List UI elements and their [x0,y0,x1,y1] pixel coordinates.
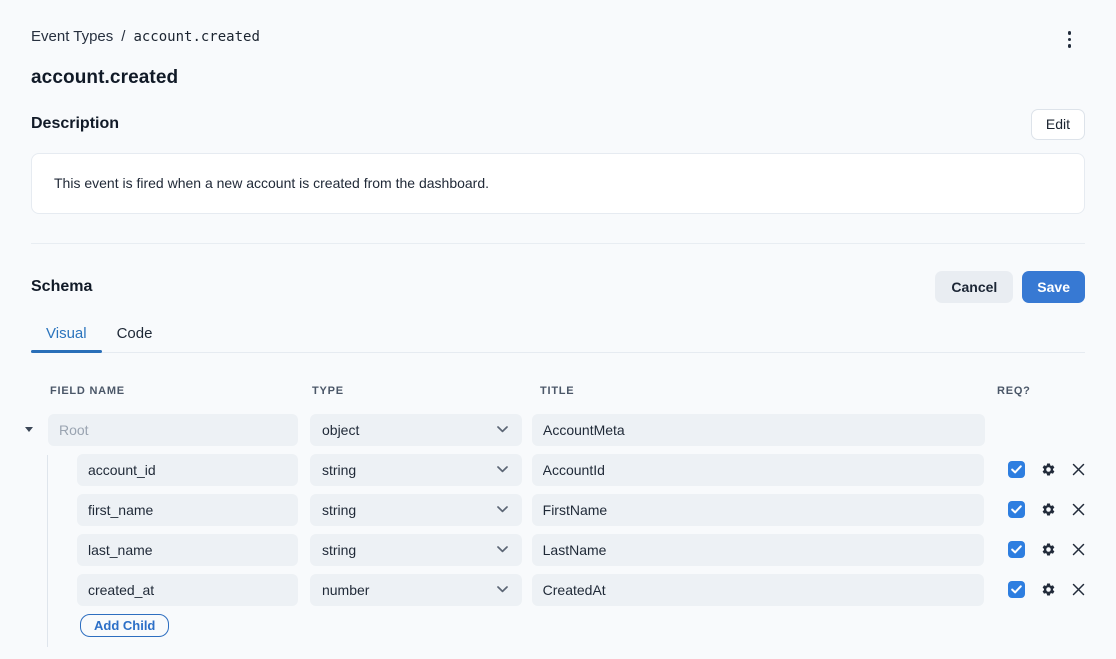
column-header-title: TITLE [540,385,574,397]
gear-icon [1041,502,1056,517]
field-title-input[interactable] [532,574,984,606]
root-type-value: object [322,422,359,438]
column-header-field-name: FIELD NAME [50,385,125,397]
add-child-button[interactable]: Add Child [80,614,169,637]
checkmark-icon [1011,505,1022,514]
chevron-down-icon [497,426,508,433]
field-name-input[interactable] [77,574,298,606]
tree-indent-guide [47,455,48,647]
field-row-created-at: number [24,574,1085,606]
remove-field-button[interactable] [1072,463,1085,476]
root-type-select[interactable]: object [310,414,522,446]
chevron-down-icon [497,506,508,513]
field-row-account-id: string [24,454,1085,486]
root-title-input[interactable] [532,414,985,446]
gear-icon [1041,462,1056,477]
field-settings-button[interactable] [1041,502,1056,517]
breadcrumb-current: account.created [133,29,259,45]
field-settings-button[interactable] [1041,462,1056,477]
field-type-select[interactable]: string [310,534,522,566]
gear-icon [1041,542,1056,557]
close-icon [1072,503,1085,516]
event-type-detail-page: Event Types / account.created account.cr… [0,0,1116,659]
description-header: Description Edit [31,109,1085,140]
schema-table-header: FIELD NAME TYPE TITLE REQ? [24,385,1085,397]
remove-field-button[interactable] [1072,503,1085,516]
tab-visual[interactable]: Visual [31,325,102,352]
field-type-value: string [322,502,356,518]
caret-down-icon[interactable] [25,427,33,432]
description-card: This event is fired when a new account i… [31,153,1085,214]
kebab-menu-icon[interactable] [1062,28,1078,51]
remove-field-button[interactable] [1072,583,1085,596]
field-row-first-name: string [24,494,1085,526]
field-settings-button[interactable] [1041,542,1056,557]
close-icon [1072,583,1085,596]
breadcrumb: Event Types / account.created [31,28,260,45]
gear-icon [1041,582,1056,597]
required-checkbox[interactable] [1008,501,1025,518]
required-checkbox[interactable] [1008,581,1025,598]
field-title-input[interactable] [532,454,984,486]
required-checkbox[interactable] [1008,541,1025,558]
root-field-name-input[interactable] [48,414,298,446]
column-header-type: TYPE [312,385,344,397]
checkmark-icon [1011,545,1022,554]
save-button[interactable]: Save [1022,271,1085,303]
field-row-last-name: string [24,534,1085,566]
column-header-req: REQ? [997,385,1031,397]
edit-description-button[interactable]: Edit [1031,109,1085,140]
schema-root-row: object [24,414,1085,446]
field-name-input[interactable] [77,454,298,486]
field-name-input[interactable] [77,534,298,566]
close-icon [1072,543,1085,556]
required-checkbox[interactable] [1008,461,1025,478]
field-type-value: string [322,462,356,478]
field-name-input[interactable] [77,494,298,526]
top-bar: Event Types / account.created [31,28,1085,51]
chevron-down-icon [497,466,508,473]
field-type-value: number [322,582,369,598]
field-type-select[interactable]: string [310,494,522,526]
cancel-button[interactable]: Cancel [935,271,1013,303]
chevron-down-icon [497,546,508,553]
section-divider [31,243,1085,244]
close-icon [1072,463,1085,476]
schema-editor-tabs: Visual Code [31,325,1085,353]
description-text: This event is fired when a new account i… [54,175,489,191]
breadcrumb-section[interactable]: Event Types [31,28,113,45]
tab-code[interactable]: Code [102,325,168,352]
chevron-down-icon [497,586,508,593]
schema-heading: Schema [31,278,92,296]
field-title-input[interactable] [532,494,984,526]
field-settings-button[interactable] [1041,582,1056,597]
field-type-value: string [322,542,356,558]
schema-actions: Cancel Save [935,271,1085,303]
checkmark-icon [1011,465,1022,474]
remove-field-button[interactable] [1072,543,1085,556]
schema-table: FIELD NAME TYPE TITLE REQ? object [24,385,1085,637]
schema-header: Schema Cancel Save [31,271,1085,303]
checkmark-icon [1011,585,1022,594]
field-type-select[interactable]: number [310,574,522,606]
schema-table-body: object string [24,414,1085,637]
field-type-select[interactable]: string [310,454,522,486]
page-title: account.created [31,67,1085,89]
field-title-input[interactable] [532,534,984,566]
breadcrumb-separator: / [121,28,125,45]
add-child-row: Add Child [24,614,1085,637]
description-heading: Description [31,115,119,133]
